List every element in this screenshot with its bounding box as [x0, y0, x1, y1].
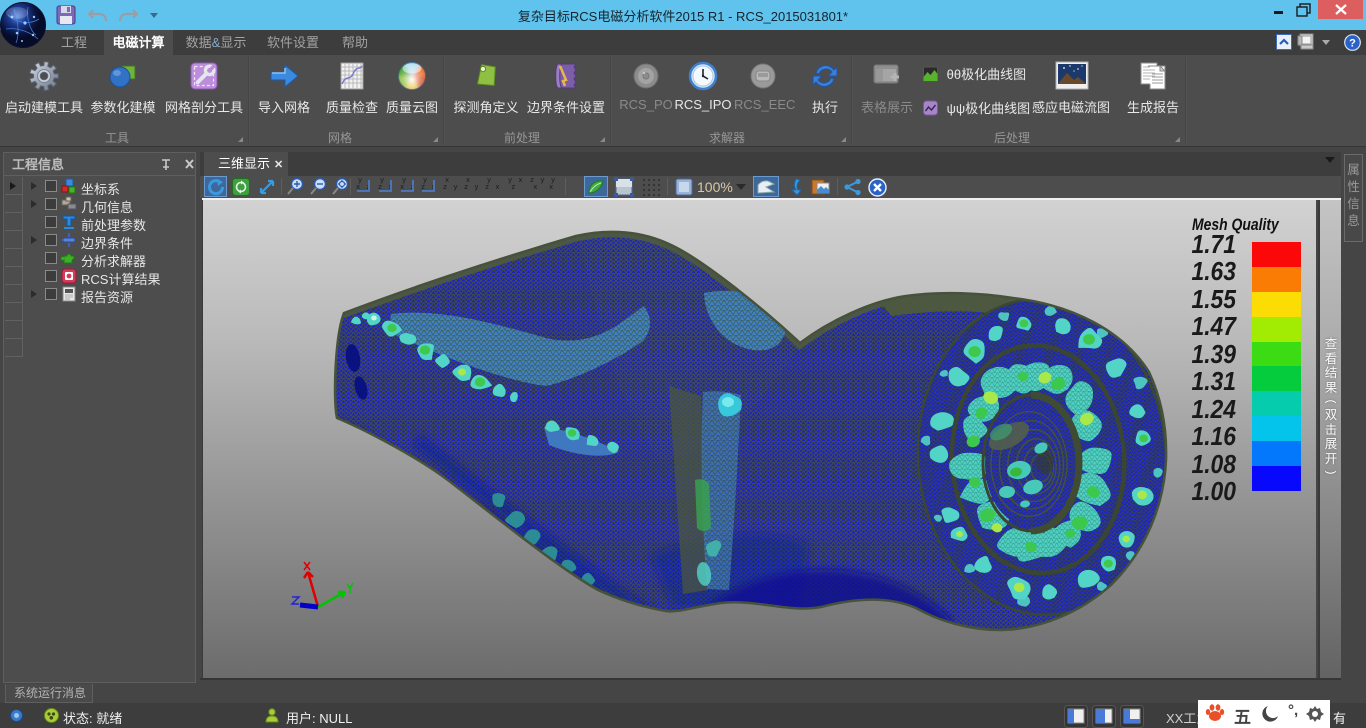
svg-text:?: ?	[1349, 38, 1356, 50]
